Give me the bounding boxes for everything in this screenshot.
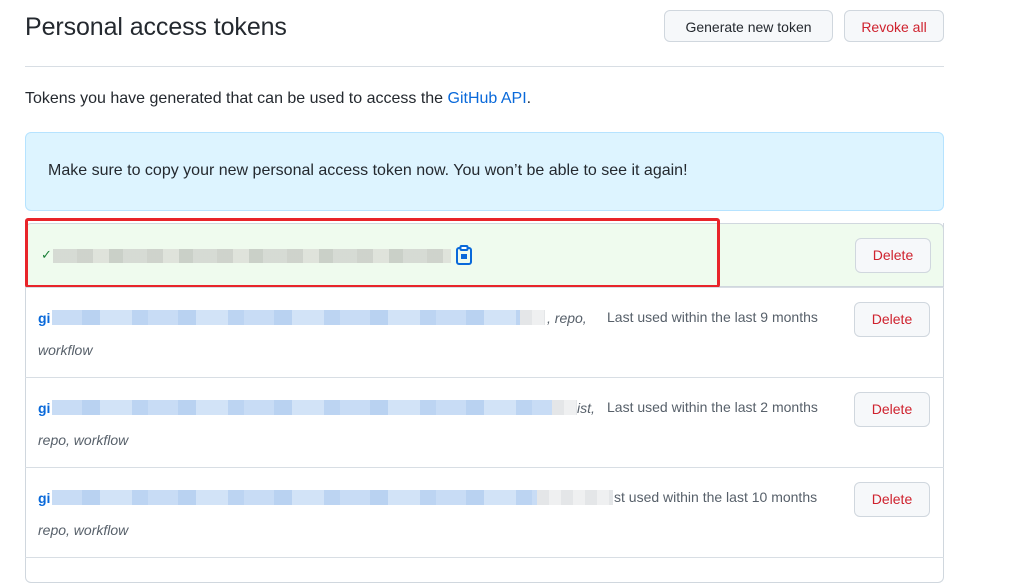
- intro-text-before: Tokens you have generated that can be us…: [25, 90, 448, 107]
- settings-page: Personal access tokens Generate new toke…: [24, 0, 944, 583]
- generate-new-token-button[interactable]: Generate new token: [664, 10, 833, 42]
- token-row: gi ist, repo, workflow Last used within …: [25, 377, 944, 468]
- token-scopes: ist,: [577, 400, 595, 416]
- token-last-used: Last used within the last 9 months: [607, 309, 818, 325]
- token-scopes-line2: repo, workflow: [38, 432, 129, 448]
- page-title: Personal access tokens: [25, 13, 287, 41]
- delete-token-button[interactable]: Delete: [854, 302, 930, 337]
- redacted-token-name: [52, 490, 537, 505]
- redacted-scope: [537, 490, 613, 505]
- redacted-token-name: [52, 310, 520, 325]
- token-name-link[interactable]: gi: [38, 310, 50, 326]
- annotation-highlight-box: [24, 218, 720, 288]
- flash-message: Make sure to copy your new personal acce…: [48, 162, 688, 179]
- delete-token-button[interactable]: Delete: [854, 392, 930, 427]
- token-scopes-line2: repo, workflow: [38, 522, 129, 538]
- token-row: [25, 557, 944, 569]
- delete-new-token-button[interactable]: Delete: [855, 238, 931, 273]
- intro-text-after: .: [526, 90, 532, 107]
- redacted-scope: [520, 310, 545, 325]
- token-last-used: st used within the last 10 months: [614, 489, 818, 505]
- revoke-all-button[interactable]: Revoke all: [844, 10, 944, 42]
- token-row: gi st used within the last 10 months rep…: [25, 467, 944, 558]
- token-scopes-line2: workflow: [38, 342, 93, 358]
- redacted-scope: [552, 400, 577, 415]
- flash-notice: Make sure to copy your new personal acce…: [25, 132, 944, 211]
- delete-token-button[interactable]: Delete: [854, 482, 930, 517]
- token-scopes: , repo,: [547, 310, 587, 326]
- page-header: Personal access tokens Generate new toke…: [25, 0, 944, 67]
- token-row: gi , repo, workflow Last used within the…: [25, 287, 944, 378]
- token-name-link[interactable]: gi: [38, 400, 50, 416]
- github-api-link[interactable]: GitHub API: [448, 90, 527, 107]
- redacted-token-name: [52, 400, 552, 415]
- token-last-used: Last used within the last 2 months: [607, 399, 818, 415]
- intro-text: Tokens you have generated that can be us…: [25, 90, 531, 108]
- token-name-link[interactable]: gi: [38, 490, 50, 506]
